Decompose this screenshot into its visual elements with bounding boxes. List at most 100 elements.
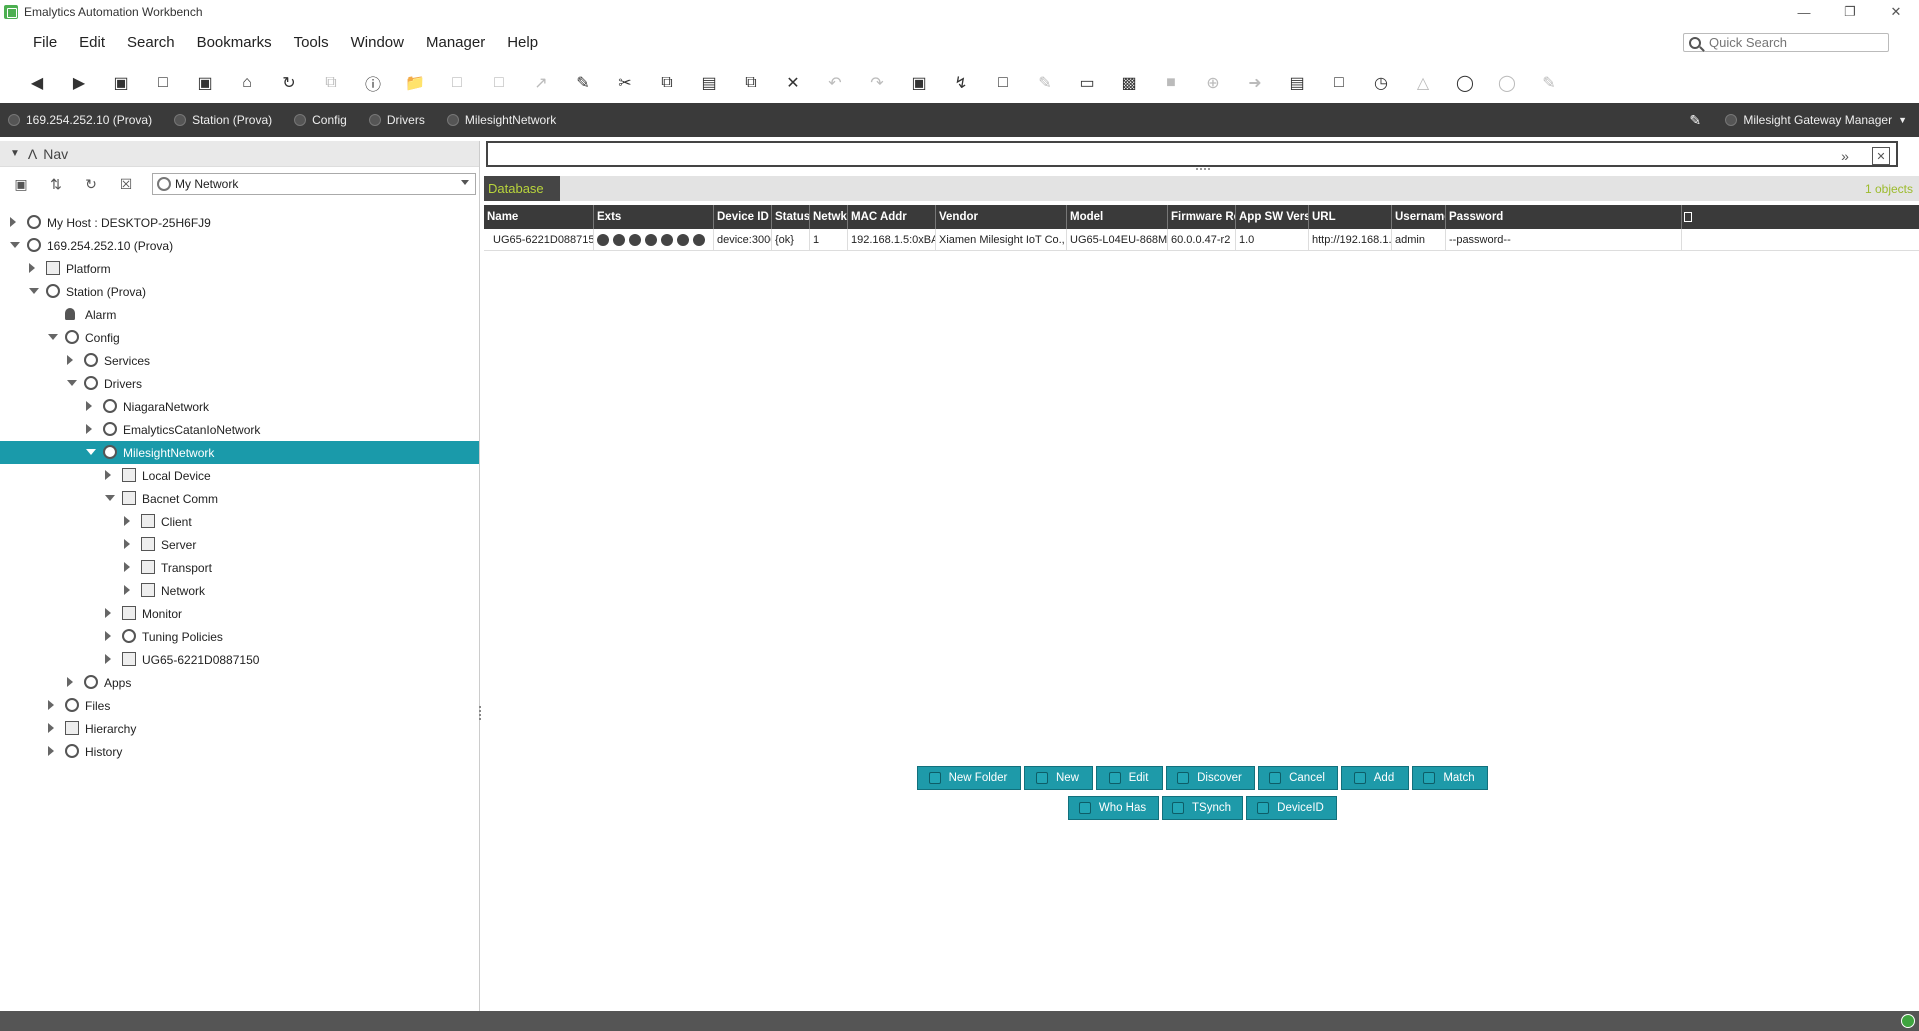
table-row[interactable]: UG65-6221D0887150 device:3000 {ok} 1 192.168… [484,229,1919,251]
tree-item[interactable]: Network [0,579,479,602]
splitter-handle[interactable] [479,706,483,720]
minimize-button[interactable]: — [1781,0,1827,24]
column-header[interactable]: URL [1309,205,1392,229]
nav-root-select[interactable]: My Network [152,173,476,195]
tree-item[interactable]: Alarm [0,303,479,326]
collapsed-arrow-icon[interactable] [124,539,130,549]
collapse-icon[interactable]: ▼ [10,148,20,159]
menu-manager[interactable]: Manager [415,34,496,51]
export-icon[interactable]: ↗ [526,71,556,95]
crumb-drivers[interactable]: Drivers [368,113,425,127]
column-header[interactable]: Name [484,205,594,229]
tree-item[interactable]: 169.254.252.10 (Prova) [0,234,479,257]
crumb-host[interactable]: 169.254.252.10 (Prova) [8,113,152,127]
crumb-station[interactable]: Station (Prova) [174,113,272,127]
tree-item[interactable]: Services [0,349,479,372]
copy-icon[interactable]: ⧉ [652,71,682,95]
menu-file[interactable]: File [0,34,68,51]
collapsed-arrow-icon[interactable] [105,654,111,664]
undo-icon[interactable]: ↶ [820,71,850,95]
forward-icon[interactable]: ▶ [64,71,94,95]
report-icon[interactable]: ▤ [1282,71,1312,95]
window-icon[interactable]: ▭ [1072,71,1102,95]
collapsed-arrow-icon[interactable] [67,355,73,365]
tree-item[interactable]: Server [0,533,479,556]
tree-item[interactable]: Local Device [0,464,479,487]
collapsed-arrow-icon[interactable] [67,677,73,687]
crumb-config[interactable]: Config [294,113,347,127]
column-header[interactable]: App SW Version [1236,205,1309,229]
tree-item[interactable]: Platform [0,257,479,280]
alert-icon[interactable]: △ [1408,71,1438,95]
collapsed-arrow-icon[interactable] [105,631,111,641]
menu-search[interactable]: Search [116,34,186,51]
tree-item[interactable]: Bacnet Comm [0,487,479,510]
tree-item[interactable]: My Host : DESKTOP-25H6FJ9 [0,211,479,234]
collapsed-arrow-icon[interactable] [29,263,35,273]
expanded-arrow-icon[interactable] [86,449,96,455]
collapsed-arrow-icon[interactable] [48,746,54,756]
column-header[interactable]: Vendor [936,205,1067,229]
forward-arrow-icon[interactable]: ➜ [1240,71,1270,95]
collapsed-arrow-icon[interactable] [105,470,111,480]
tree-item[interactable]: Drivers [0,372,479,395]
pencil-icon[interactable]: ✎ [1689,112,1705,128]
copy-ord-icon[interactable]: ⧉ [316,71,346,95]
view-icon[interactable]: □ [148,71,178,95]
expanded-arrow-icon[interactable] [29,288,39,294]
save-all-icon[interactable]: □ [484,71,514,95]
column-header[interactable]: Status [772,205,810,229]
redo-icon[interactable]: ↷ [862,71,892,95]
clock-icon[interactable]: ◷ [1366,71,1396,95]
discover-button[interactable]: Discover [1166,766,1255,790]
tsynch-button[interactable]: TSynch [1162,796,1243,820]
tree-item[interactable]: Station (Prova) [0,280,479,303]
expanded-arrow-icon[interactable] [48,334,58,340]
spy-icon[interactable]: ▣ [904,71,934,95]
close-icon[interactable]: ✕ [1872,147,1890,165]
menu-window[interactable]: Window [340,34,415,51]
close-button[interactable]: ✕ [1873,0,1919,24]
cut-icon[interactable]: ✂ [610,71,640,95]
column-header[interactable]: Netwk [810,205,848,229]
open-station-icon[interactable]: ▣ [106,71,136,95]
maximize-button[interactable]: ❐ [1827,0,1873,24]
column-header[interactable]: Username [1392,205,1446,229]
tree-item[interactable]: Config [0,326,479,349]
save-icon[interactable]: □ [442,71,472,95]
tree-item[interactable]: Transport [0,556,479,579]
tag-icon[interactable]: ◯ [1450,71,1480,95]
screenshot-icon[interactable]: ▣ [190,71,220,95]
new-folder-button[interactable]: New Folder [917,766,1021,790]
new-file-icon[interactable]: □ [988,71,1018,95]
collapsed-arrow-icon[interactable] [48,723,54,733]
tree-item[interactable]: MilesightNetwork [0,441,479,464]
tree-item[interactable]: Files [0,694,479,717]
column-header[interactable]: Device ID [714,205,772,229]
crumb-milesight-network[interactable]: MilesightNetwork [446,113,556,127]
expand-icon[interactable]: » [1836,147,1854,165]
duplicate-icon[interactable]: ⧉ [736,71,766,95]
tag-edit-icon[interactable]: ◯ [1492,71,1522,95]
menu-bookmarks[interactable]: Bookmarks [186,34,283,51]
collapsed-arrow-icon[interactable] [124,562,130,572]
deviceid-button[interactable]: DeviceID [1246,796,1337,820]
menu-tools[interactable]: Tools [283,34,340,51]
delete-icon[interactable]: ✕ [778,71,808,95]
edit-icon[interactable]: ✎ [1030,71,1060,95]
tree-item[interactable]: Tuning Policies [0,625,479,648]
column-header[interactable]: Exts [594,205,714,229]
column-header[interactable]: Password [1446,205,1682,229]
column-header[interactable]: Model [1067,205,1168,229]
column-header[interactable]: MAC Addr [848,205,936,229]
view-manager-dropdown[interactable]: Milesight Gateway Manager [1743,113,1892,127]
column-header[interactable]: Firmware Rev [1168,205,1236,229]
info-icon[interactable]: ⓘ [358,71,388,95]
link-icon[interactable]: ↯ [946,71,976,95]
new-button[interactable]: New [1024,766,1093,790]
chevron-down-icon[interactable]: ▼ [1898,115,1907,125]
tree-item[interactable]: Monitor [0,602,479,625]
sync-icon[interactable]: ⇅ [45,175,67,193]
database-tab[interactable]: Database [484,176,560,201]
back-icon[interactable]: ◀ [22,71,52,95]
